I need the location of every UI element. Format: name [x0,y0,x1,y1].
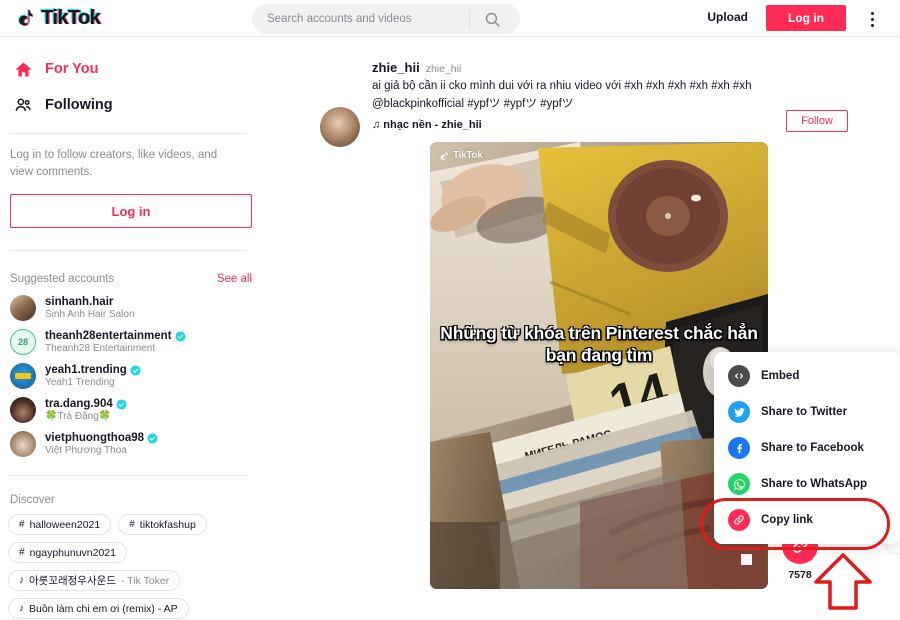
video-progress-marker[interactable] [741,553,752,565]
share-menu-label: Share to WhatsApp [761,478,868,490]
tag-label: tiktokfashup [139,518,196,531]
share-menu-label: Share to Twitter [761,406,848,418]
verified-badge-icon [174,331,186,342]
follow-button[interactable]: Follow [786,110,848,132]
sidebar-divider-1 [10,133,246,134]
list-item[interactable]: 28 theanh28entertainment Theanh28 Entert… [8,325,246,359]
account-username: sinhanh.hair [45,295,114,308]
share-menu-label: Share to Facebook [761,442,864,454]
home-icon [14,60,33,79]
tag-label: 아릇꼬래정우사운드 [29,575,116,588]
hashtag-icon: # [129,519,135,531]
share-menu-item-twitter[interactable]: Share to Twitter [714,394,900,430]
discover-tag[interactable]: # tiktokfashup [118,514,207,536]
discover-tag[interactable]: # ngayphunuvn2021 [8,542,127,564]
search-bar[interactable] [252,4,520,34]
post-nickname: zhie_hii [425,63,462,75]
post-music-label[interactable]: ♫ nhạc nền - zhie_hii [372,119,802,131]
share-menu-item-facebook[interactable]: Share to Facebook [714,430,900,466]
post-body: zhie_hii zhie_hii ai giả bộ cần ii cko m… [372,60,802,131]
people-icon [14,96,33,115]
whatsapp-icon [728,473,750,495]
hashtag-icon: # [19,547,25,559]
tag-suffix: - Tik Toker [120,574,170,587]
verified-badge-icon [147,433,158,444]
list-item[interactable]: vietphuongthoa98 Việt Phương Thoa [8,427,246,461]
left-sidebar: For You Following Log in to follow creat… [0,37,262,620]
link-icon [728,509,750,531]
video-watermark-text: TikTok [453,150,483,162]
sidebar-item-label-following: Following [45,97,113,113]
post-username[interactable]: zhie_hii [372,60,420,75]
login-button-header[interactable]: Log in [766,5,846,31]
avatar [10,431,36,458]
embed-code-icon [728,365,750,387]
top-header: TikTok Upload Log in [0,0,900,37]
account-username: tra.dang.904 [45,398,127,412]
tiktok-page: TikTok Upload Log in For You [0,0,900,620]
post-caption: ai giả bộ cần ii cko mình dui với ra nhi… [372,80,752,110]
list-item[interactable]: tra.dang.904 🍀Trà Đặng🍀 [8,393,246,427]
discover-tag[interactable]: ♪ Buồn làm chi em ơi (remix) - AP [8,598,189,620]
suggested-accounts-title: Suggested accounts [10,273,115,286]
account-realname: Yeah1 Trending [45,377,115,389]
kebab-menu-icon[interactable] [862,8,882,30]
music-note-icon: ♪ [19,575,24,587]
suggested-accounts-list: sinhanh.hair Sinh Anh Hair Salon 28 thea… [8,291,246,461]
account-username: theanh28entertainment [45,330,186,344]
sidebar-divider-2 [10,250,246,252]
upload-button[interactable]: Upload [707,10,748,24]
tiktok-note-icon [440,151,448,160]
account-username: yeah1.trending [45,364,141,378]
suggested-accounts-header: Suggested accounts See all [10,273,252,285]
search-icon[interactable] [470,4,514,34]
tiktok-logo-text: TikTok [40,6,101,30]
tag-label: Buồn làm chi em ơi (remix) - AP [29,602,178,615]
discover-tag-list: # halloween2021 # tiktokfashup # ngayphu… [8,514,256,620]
share-dropdown-menu: Embed Share to Twitter Share to Facebook [714,352,900,544]
list-item[interactable]: sinhanh.hair Sinh Anh Hair Salon [8,291,246,325]
share-menu-item-embed[interactable]: Embed [714,358,900,394]
facebook-icon [728,437,750,459]
login-button-sidebar[interactable]: Log in [10,194,252,229]
sidebar-item-label-for-you: For You [45,61,99,77]
list-item[interactable]: yeah1.trending Yeah1 Trending [8,359,246,393]
account-username: vietphuongthoa98 [45,432,158,446]
share-menu-item-copy-link[interactable]: Copy link [714,502,900,538]
share-count: 7578 [788,568,812,581]
account-realname: Sinh Anh Hair Salon [45,309,135,321]
verified-badge-icon [130,365,141,376]
post-user-row: zhie_hii zhie_hii [372,60,802,75]
twitter-icon [728,401,750,423]
tag-label: halloween2021 [29,518,101,531]
search-input[interactable] [267,13,467,25]
tiktok-note-icon [16,7,38,29]
see-all-link[interactable]: See all [217,273,252,285]
share-menu-label: Copy link [761,514,813,526]
hashtag-icon: # [19,519,25,531]
video-watermark: TikTok [439,150,483,162]
sidebar-divider-3 [10,475,246,477]
discover-tag[interactable]: # halloween2021 [8,514,112,536]
sidebar-item-for-you[interactable]: For You [8,51,246,87]
sidebar-item-following[interactable]: Following [8,87,246,123]
tag-label: ngayphunuvn2021 [29,546,116,559]
discover-tag[interactable]: ♪ 아릇꼬래정우사운드 - Tik Toker [8,570,181,592]
account-realname: Theanh28 Entertainment [45,343,156,355]
share-menu-item-whatsapp[interactable]: Share to WhatsApp [714,466,900,502]
avatar [10,363,36,390]
login-prompt-text: Log in to follow creators, like videos, … [10,149,218,178]
verified-badge-icon [116,399,127,410]
music-note-icon: ♪ [19,603,24,615]
discover-title: Discover [10,494,55,507]
account-realname: Việt Phương Thoa [45,445,127,457]
share-menu-label: Embed [761,370,800,382]
avatar [10,397,36,424]
avatar: 28 [10,329,36,356]
avatar [10,295,36,322]
avatar[interactable] [320,107,360,147]
account-realname: 🍀Trà Đặng🍀 [45,411,112,423]
tiktok-logo[interactable]: TikTok [16,6,146,30]
